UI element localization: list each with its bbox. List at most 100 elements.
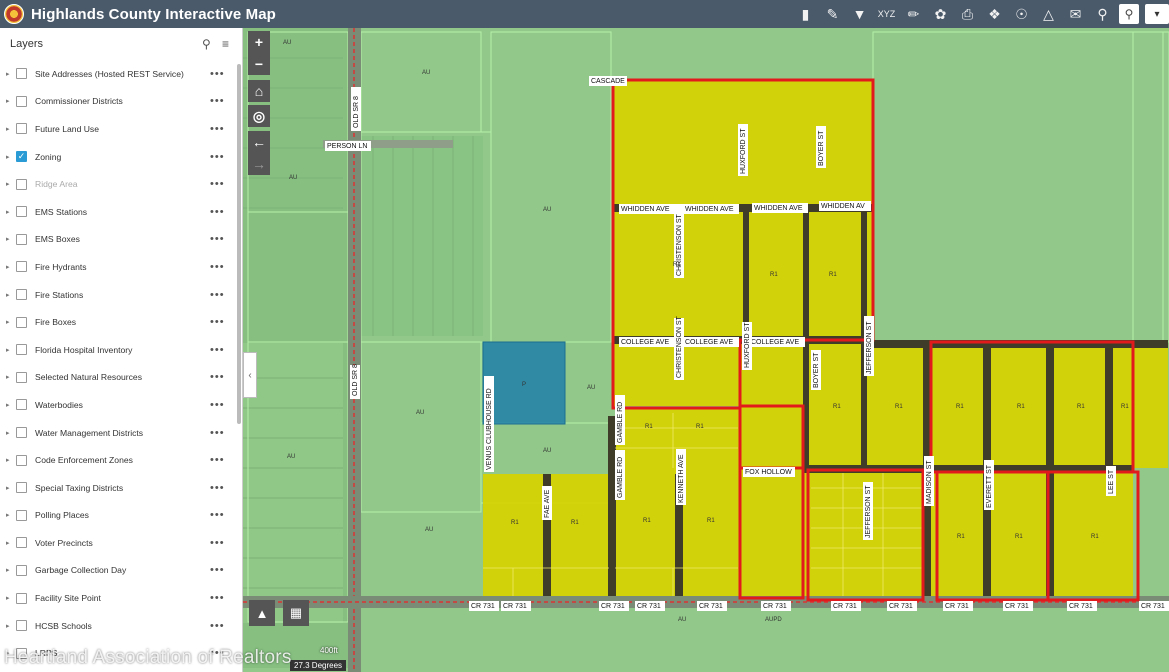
more-options-icon[interactable]: ••• xyxy=(210,178,230,190)
layer-checkbox[interactable]: ✓ xyxy=(16,151,27,163)
more-options-icon[interactable]: ••• xyxy=(210,68,230,80)
more-options-icon[interactable]: ••• xyxy=(210,316,230,328)
more-options-icon[interactable]: ••• xyxy=(210,399,230,411)
layer-item[interactable]: ▸ EMS Stations ••• xyxy=(0,198,242,226)
draw-icon[interactable]: △ xyxy=(1035,0,1062,28)
layer-checkbox[interactable] xyxy=(16,206,27,218)
layer-item[interactable]: ▸ Water Management Districts ••• xyxy=(0,419,242,447)
expand-caret-icon[interactable]: ▸ xyxy=(6,484,16,492)
dropdown-icon[interactable]: ▾ xyxy=(1145,4,1169,24)
layer-item[interactable]: ▸ Site Addresses (Hosted REST Service) ••• xyxy=(0,60,242,88)
expand-caret-icon[interactable]: ▸ xyxy=(6,511,16,519)
layer-checkbox[interactable] xyxy=(16,178,27,190)
back-arrow-icon[interactable]: ← xyxy=(248,131,270,153)
expand-caret-icon[interactable]: ▸ xyxy=(6,373,16,381)
expand-caret-icon[interactable]: ▸ xyxy=(6,346,16,354)
expand-caret-icon[interactable]: ▸ xyxy=(6,125,16,133)
layer-item[interactable]: ▸ Voter Precincts ••• xyxy=(0,529,242,557)
expand-caret-icon[interactable]: ▸ xyxy=(6,456,16,464)
layer-item[interactable]: ▸ Fire Boxes ••• xyxy=(0,308,242,336)
more-options-icon[interactable]: ••• xyxy=(210,564,230,576)
expand-caret-icon[interactable]: ▸ xyxy=(6,429,16,437)
zoom-in-button[interactable]: + xyxy=(248,31,270,53)
layer-checkbox[interactable] xyxy=(16,123,27,135)
expand-caret-icon[interactable]: ▸ xyxy=(6,153,16,161)
layer-checkbox[interactable] xyxy=(16,509,27,521)
layer-checkbox[interactable] xyxy=(16,68,27,80)
home-icon[interactable]: ⌂ xyxy=(248,80,270,102)
query-icon[interactable]: ✎ xyxy=(819,0,846,28)
expand-caret-icon[interactable]: ▸ xyxy=(6,401,16,409)
expand-caret-icon[interactable]: ▸ xyxy=(6,97,16,105)
more-options-icon[interactable]: ••• xyxy=(210,371,230,383)
layers-icon[interactable]: ✿ xyxy=(927,0,954,28)
layer-checkbox[interactable] xyxy=(16,427,27,439)
layer-checkbox[interactable] xyxy=(16,95,27,107)
more-options-icon[interactable]: ••• xyxy=(210,206,230,218)
filter-icon[interactable]: ▼ xyxy=(846,0,873,28)
layer-item[interactable]: ▸ HCSB Schools ••• xyxy=(0,612,242,640)
layer-checkbox[interactable] xyxy=(16,316,27,328)
more-options-icon[interactable]: ••• xyxy=(210,261,230,273)
scrollbar[interactable] xyxy=(237,64,241,424)
layer-checkbox[interactable] xyxy=(16,261,27,273)
layer-checkbox[interactable] xyxy=(16,371,27,383)
layer-item[interactable]: ▸ Facility Site Point ••• xyxy=(0,584,242,612)
layer-checkbox[interactable] xyxy=(16,537,27,549)
directions-icon[interactable]: ❖ xyxy=(981,0,1008,28)
layer-item[interactable]: ▸ Waterbodies ••• xyxy=(0,391,242,419)
layer-item[interactable]: ▸ Commissioner Districts ••• xyxy=(0,88,242,116)
more-options-icon[interactable]: ••• xyxy=(210,592,230,604)
layer-item[interactable]: ▸ Future Land Use ••• xyxy=(0,115,242,143)
layer-checkbox[interactable] xyxy=(16,289,27,301)
map-view[interactable]: OLD SR 8 OLD SR 8 PERSON LN CASCADE WHID… xyxy=(243,28,1169,672)
more-options-icon[interactable]: ••• xyxy=(210,482,230,494)
layer-item[interactable]: ▸ Garbage Collection Day ••• xyxy=(0,557,242,585)
more-options-icon[interactable]: ••• xyxy=(210,427,230,439)
email-icon[interactable]: ✉ xyxy=(1062,0,1089,28)
more-options-icon[interactable]: ••• xyxy=(210,454,230,466)
expand-caret-icon[interactable]: ▸ xyxy=(6,235,16,243)
layer-item[interactable]: ▸ Fire Stations ••• xyxy=(0,281,242,309)
expand-caret-icon[interactable]: ▸ xyxy=(6,566,16,574)
expand-caret-icon[interactable]: ▸ xyxy=(6,208,16,216)
forward-arrow-icon[interactable]: → xyxy=(248,153,270,175)
layer-item[interactable]: ▸ Ridge Area ••• xyxy=(0,170,242,198)
layer-item[interactable]: ▸ Selected Natural Resources ••• xyxy=(0,364,242,392)
more-options-icon[interactable]: ••• xyxy=(210,620,230,632)
expand-caret-icon[interactable]: ▸ xyxy=(6,622,16,630)
zoom-out-button[interactable]: − xyxy=(248,53,270,75)
map-canvas[interactable]: OLD SR 8 OLD SR 8 PERSON LN CASCADE WHID… xyxy=(243,28,1169,672)
layer-checkbox[interactable] xyxy=(16,620,27,632)
layer-item[interactable]: ▸ Florida Hospital Inventory ••• xyxy=(0,336,242,364)
more-options-icon[interactable]: ••• xyxy=(210,537,230,549)
layer-item[interactable]: ▸ Special Taxing Districts ••• xyxy=(0,474,242,502)
collapse-panel-button[interactable]: ‹ xyxy=(243,352,257,398)
expand-caret-icon[interactable]: ▸ xyxy=(6,263,16,271)
more-options-icon[interactable]: ••• xyxy=(210,123,230,135)
expand-caret-icon[interactable]: ▸ xyxy=(6,291,16,299)
search-icon[interactable]: ⚲ xyxy=(202,37,218,51)
layer-checkbox[interactable] xyxy=(16,399,27,411)
layer-checkbox[interactable] xyxy=(16,564,27,576)
more-options-icon[interactable]: ••• xyxy=(210,95,230,107)
layer-checkbox[interactable] xyxy=(16,233,27,245)
expand-caret-icon[interactable]: ▸ xyxy=(6,318,16,326)
more-options-icon[interactable]: ••• xyxy=(210,233,230,245)
layer-checkbox[interactable] xyxy=(16,592,27,604)
layer-item[interactable]: ▸ Code Enforcement Zones ••• xyxy=(0,446,242,474)
compass-icon[interactable]: ☉ xyxy=(1008,0,1035,28)
layer-checkbox[interactable] xyxy=(16,454,27,466)
zoom-search-icon[interactable]: ⚲ xyxy=(1089,0,1116,28)
coordinates-icon[interactable]: XYZ xyxy=(873,0,900,28)
expand-caret-icon[interactable]: ▸ xyxy=(6,594,16,602)
layer-checkbox[interactable] xyxy=(16,482,27,494)
search-icon[interactable]: ⚲ xyxy=(1119,4,1139,24)
more-options-icon[interactable]: ••• xyxy=(210,344,230,356)
layer-checkbox[interactable] xyxy=(16,344,27,356)
locate-icon[interactable]: ◎ xyxy=(248,105,270,127)
more-options-icon[interactable]: ••• xyxy=(210,151,230,163)
layer-item[interactable]: ▸ ✓ Zoning ••• xyxy=(0,143,242,171)
expand-caret-icon[interactable]: ▸ xyxy=(6,70,16,78)
grid-icon[interactable]: ▦ xyxy=(283,600,309,626)
